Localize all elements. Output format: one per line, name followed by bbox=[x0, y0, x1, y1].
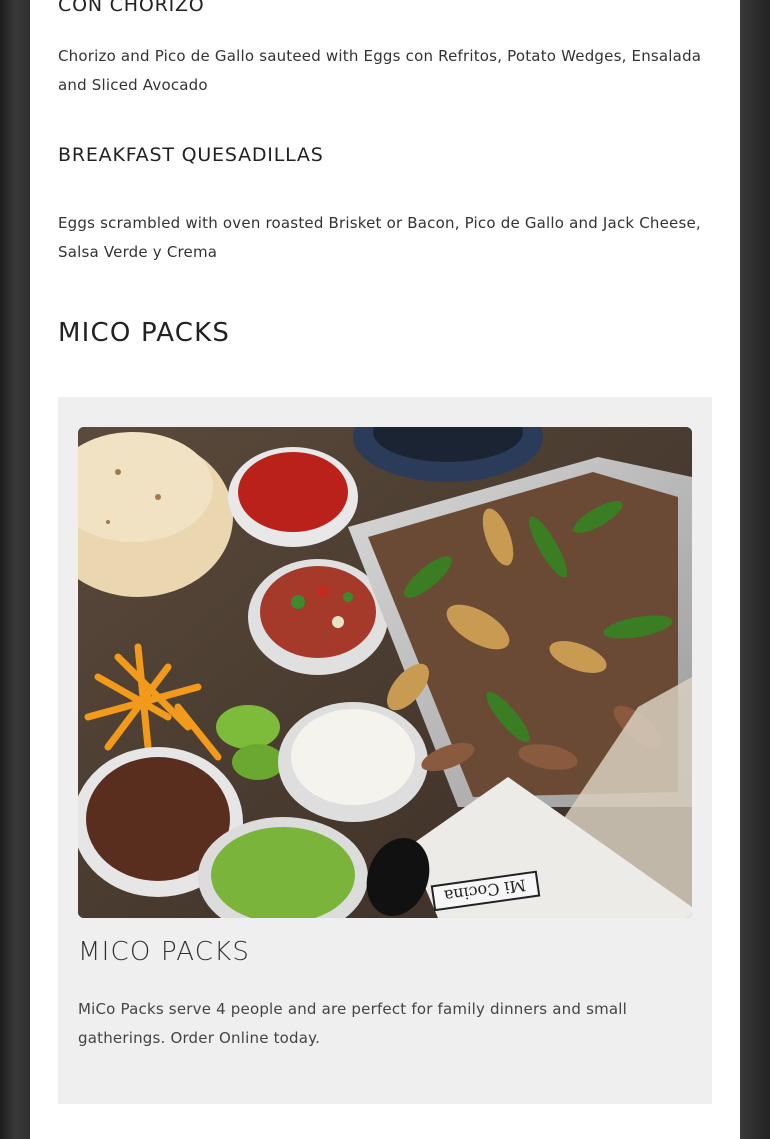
menu-item-description: Chorizo and Pico de Gallo sauteed with E… bbox=[58, 47, 702, 94]
card-description: MiCo Packs serve 4 people and are perfec… bbox=[78, 1000, 628, 1047]
content-panel: CON CHORIZO Chorizo and Pico de Gallo sa… bbox=[30, 0, 740, 1139]
menu-item-description: Eggs scrambled with oven roasted Brisket… bbox=[58, 214, 701, 261]
mico-packs-card[interactable]: Mi Cocina MICO PACKS MiCo Packs serve 4 … bbox=[58, 397, 712, 1104]
section-title: MICO PACKS bbox=[58, 318, 231, 348]
menu-item-title: BREAKFAST QUESADILLAS bbox=[58, 144, 324, 166]
mico-packs-photo[interactable]: Mi Cocina bbox=[78, 427, 692, 918]
card-title[interactable]: MICO PACKS bbox=[78, 937, 250, 967]
menu-item-title: CON CHORIZO bbox=[58, 0, 205, 16]
